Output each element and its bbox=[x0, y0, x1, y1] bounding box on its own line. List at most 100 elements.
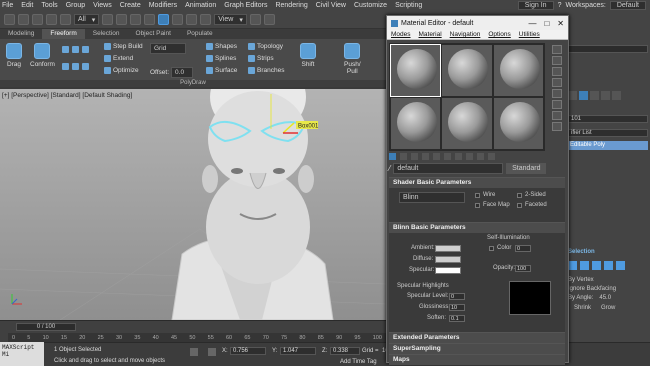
face-map-checkbox[interactable] bbox=[475, 203, 480, 208]
conform-button[interactable]: Conform bbox=[30, 43, 55, 68]
tool-e-icon[interactable] bbox=[72, 62, 79, 70]
grow-button[interactable]: Grow bbox=[601, 305, 615, 311]
scale-icon[interactable] bbox=[186, 14, 198, 25]
self-illum-color-checkbox[interactable] bbox=[489, 246, 494, 251]
sample-slot[interactable] bbox=[442, 98, 492, 149]
display-tab-icon[interactable] bbox=[612, 91, 621, 100]
soften-spinner[interactable]: 0.1 bbox=[449, 315, 465, 322]
material-type-button[interactable]: Standard bbox=[506, 162, 547, 174]
menu-item[interactable]: Create bbox=[120, 2, 141, 9]
make-preview-icon[interactable] bbox=[552, 100, 562, 109]
extend-button[interactable]: Extend bbox=[104, 55, 133, 62]
menu-item[interactable]: Group bbox=[66, 2, 85, 9]
create-tab-icon[interactable] bbox=[568, 91, 577, 100]
by-angle-label[interactable]: By Angle: bbox=[568, 295, 593, 301]
sample-slot[interactable] bbox=[493, 98, 543, 149]
shapes-button[interactable]: Shapes bbox=[206, 43, 237, 50]
menu-item[interactable]: Edit bbox=[21, 2, 33, 9]
tool-c-icon[interactable] bbox=[82, 46, 89, 54]
selection-rollout-header[interactable]: Selection bbox=[568, 249, 648, 255]
menu-item[interactable]: Graph Editors bbox=[224, 2, 267, 9]
element-icon[interactable] bbox=[616, 261, 625, 270]
tool-d-icon[interactable] bbox=[62, 62, 69, 70]
material-id-icon[interactable] bbox=[466, 153, 473, 160]
absolute-mode-icon[interactable] bbox=[208, 348, 216, 356]
backlight-icon[interactable] bbox=[552, 56, 562, 65]
pivot-icon[interactable] bbox=[249, 14, 261, 25]
two-sided-checkbox[interactable] bbox=[517, 193, 522, 198]
menu-item[interactable]: Scripting bbox=[395, 2, 422, 9]
add-time-tag[interactable]: Add Time Tag bbox=[340, 359, 377, 365]
y-coordinate-field[interactable]: 1.047 bbox=[280, 347, 316, 355]
modify-tab-icon[interactable] bbox=[579, 91, 588, 100]
uv-tiling-icon[interactable] bbox=[552, 78, 562, 87]
material-editor-menu-item[interactable]: Navigation bbox=[450, 31, 481, 38]
optimize-button[interactable]: Optimize bbox=[104, 67, 139, 74]
menu-item[interactable]: Customize bbox=[354, 2, 387, 9]
place-icon[interactable] bbox=[200, 14, 212, 25]
menu-item[interactable]: Animation bbox=[185, 2, 216, 9]
by-angle-value[interactable]: 45.0 bbox=[599, 295, 611, 301]
workspace-dropdown[interactable]: Default bbox=[609, 1, 646, 10]
ignore-backfacing-checkbox[interactable]: Ignore Backfacing bbox=[568, 286, 648, 292]
material-editor-menu-item[interactable]: Material bbox=[419, 31, 442, 38]
diffuse-color-swatch[interactable] bbox=[435, 256, 461, 263]
rotate-icon[interactable] bbox=[172, 14, 184, 25]
viewport-label[interactable]: [+] [Perspective] [Standard] [Default Sh… bbox=[2, 92, 132, 99]
splines-button[interactable]: Splines bbox=[206, 55, 236, 62]
draw-on-dropdown[interactable]: Grid bbox=[150, 43, 186, 54]
sample-slot[interactable] bbox=[493, 45, 543, 96]
push-pull-button[interactable]: Push/ Pull bbox=[344, 43, 361, 75]
link-icon[interactable] bbox=[32, 14, 43, 25]
select-manipulate-icon[interactable] bbox=[263, 14, 275, 25]
select-by-material-icon[interactable] bbox=[552, 122, 562, 131]
options-icon[interactable] bbox=[552, 111, 562, 120]
offset-field[interactable]: Offset: 0.0 bbox=[150, 67, 194, 78]
opacity-spinner[interactable]: 100 bbox=[515, 265, 531, 272]
tool-f-icon[interactable] bbox=[82, 62, 89, 70]
menu-item[interactable]: Rendering bbox=[275, 2, 307, 9]
material-name-field[interactable]: default bbox=[393, 162, 504, 174]
time-slider[interactable]: 0 / 100 bbox=[16, 323, 76, 331]
specular-level-spinner[interactable]: 0 bbox=[449, 293, 465, 300]
perspective-viewport[interactable]: Box001 [+] [Perspective] [Standard] [Def… bbox=[0, 89, 386, 320]
z-coordinate-field[interactable]: 0.338 bbox=[330, 347, 360, 355]
select-by-name-icon[interactable] bbox=[116, 14, 128, 25]
topology-button[interactable]: Topology bbox=[248, 43, 283, 50]
maximize-icon[interactable]: □ bbox=[544, 19, 549, 28]
redo-icon[interactable] bbox=[18, 14, 29, 25]
border-icon[interactable] bbox=[592, 261, 601, 270]
edge-icon[interactable] bbox=[580, 261, 589, 270]
shift-button[interactable]: Shift bbox=[300, 43, 316, 68]
ribbon-tab[interactable]: Populate bbox=[179, 29, 221, 39]
maps-header[interactable]: Maps bbox=[389, 355, 565, 365]
specular-color-swatch[interactable] bbox=[435, 267, 461, 274]
get-material-icon[interactable] bbox=[389, 153, 396, 160]
rect-select-icon[interactable] bbox=[130, 14, 142, 25]
surface-button[interactable]: Surface bbox=[206, 67, 237, 74]
go-to-parent-icon[interactable] bbox=[488, 153, 495, 160]
self-illum-color-spinner[interactable]: 0 bbox=[515, 245, 531, 252]
selection-filter-dropdown[interactable]: All ▾ bbox=[74, 14, 100, 25]
sample-slot[interactable] bbox=[391, 98, 441, 149]
vertex-icon[interactable] bbox=[568, 261, 577, 270]
undo-icon[interactable] bbox=[4, 14, 15, 25]
material-editor-titlebar[interactable]: Material Editor - default — □ ✕ bbox=[387, 16, 568, 30]
reset-map-icon[interactable] bbox=[422, 153, 429, 160]
minimize-icon[interactable]: — bbox=[528, 19, 536, 28]
select-icon[interactable] bbox=[102, 14, 114, 25]
modifier-stack-item[interactable]: Editable Poly bbox=[568, 141, 648, 150]
maxscript-listener[interactable]: MAXScript Mi bbox=[0, 342, 44, 366]
assign-material-icon[interactable] bbox=[411, 153, 418, 160]
lock-icon[interactable] bbox=[190, 348, 198, 356]
put-to-library-icon[interactable] bbox=[455, 153, 462, 160]
material-editor-menu-item[interactable]: Utilities bbox=[519, 31, 540, 38]
unique-icon[interactable] bbox=[444, 153, 451, 160]
ribbon-tab[interactable]: Modeling bbox=[0, 29, 42, 39]
faceted-checkbox[interactable] bbox=[517, 203, 522, 208]
offset-value[interactable]: 0.0 bbox=[171, 67, 194, 78]
motion-tab-icon[interactable] bbox=[601, 91, 610, 100]
menu-item[interactable]: Civil View bbox=[316, 2, 346, 9]
menu-item[interactable]: Tools bbox=[41, 2, 57, 9]
shader-type-dropdown[interactable]: Blinn bbox=[399, 192, 465, 203]
